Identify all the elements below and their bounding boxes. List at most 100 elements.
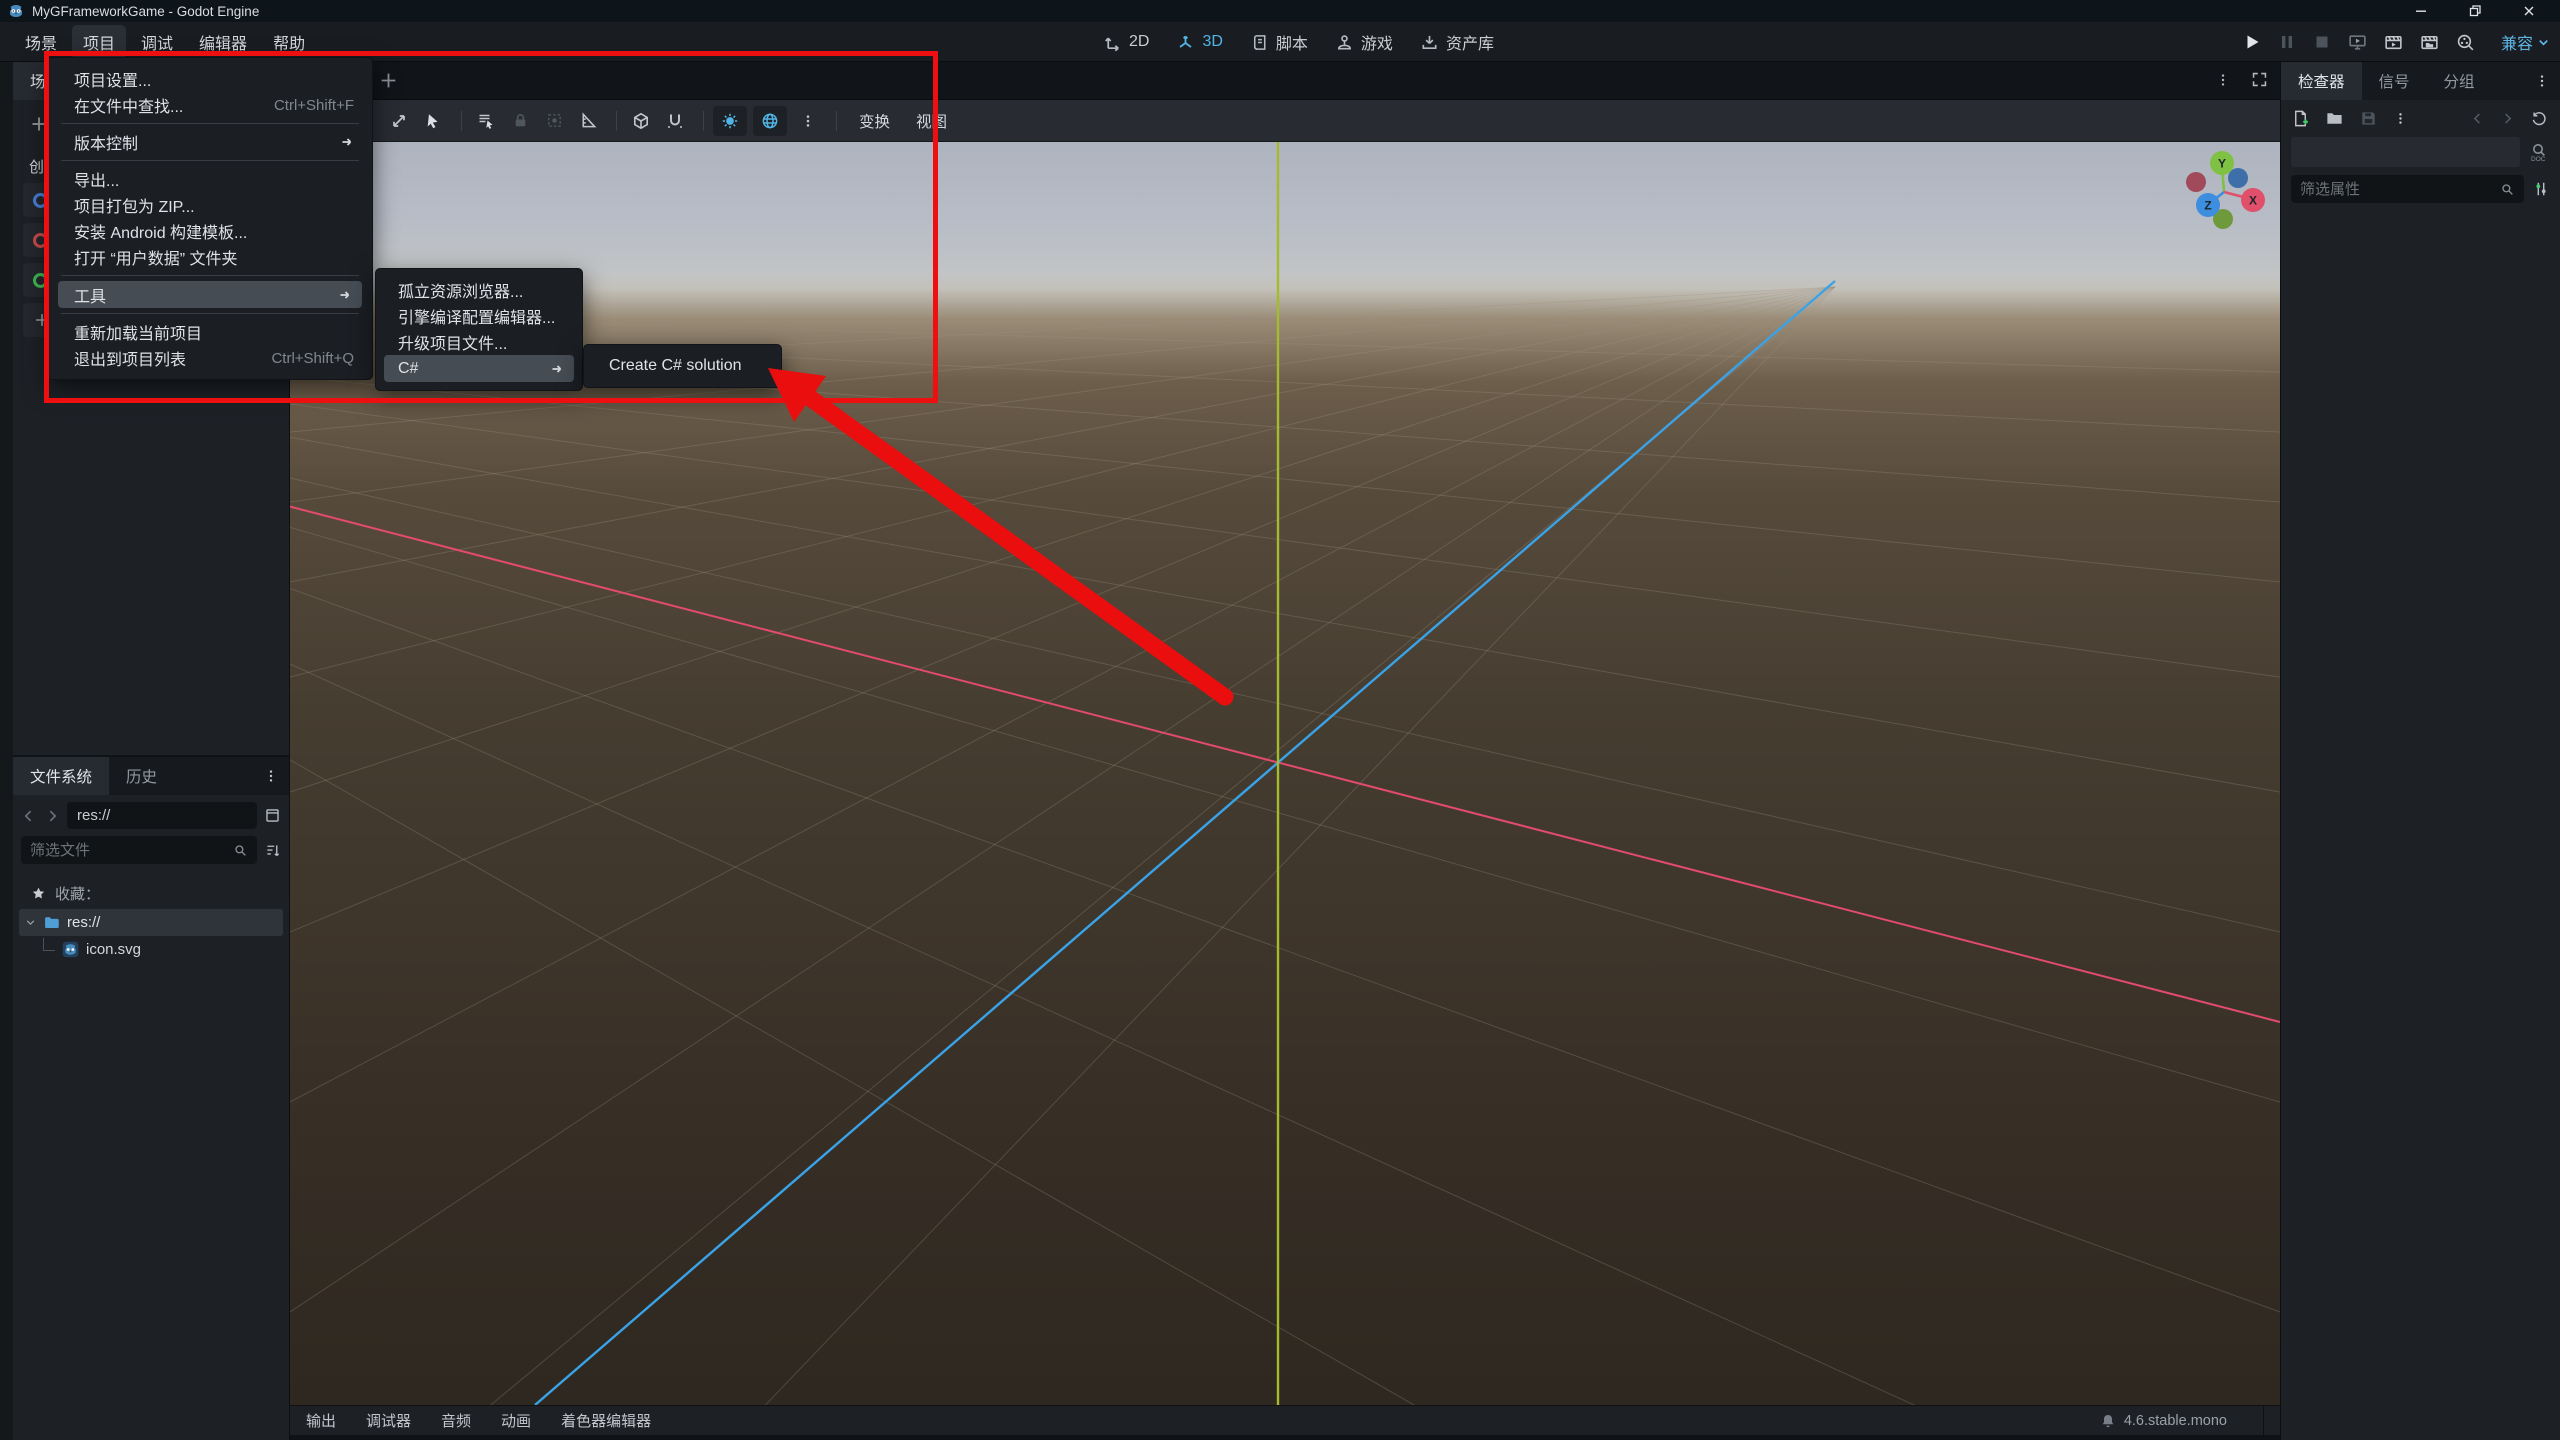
game-icon: [1335, 33, 1354, 52]
tree-item-icon-svg[interactable]: icon.svg: [19, 936, 283, 963]
axis-neg-x-ball[interactable]: [2186, 172, 2206, 192]
tab-game[interactable]: 游戏: [1335, 30, 1393, 54]
menu-scene[interactable]: 场景: [14, 25, 68, 59]
view-menu[interactable]: 视图: [903, 110, 960, 132]
property-name-style-button[interactable]: [2532, 180, 2550, 198]
filter-properties-field[interactable]: [2291, 175, 2524, 203]
restore-button[interactable]: [2452, 0, 2498, 22]
version-info[interactable]: 4.6.stable.mono: [2100, 1413, 2233, 1429]
3d-viewport[interactable]: Y X Z: [290, 142, 2280, 1405]
menu-item-quit-to-project-list[interactable]: 退出到项目列表 Ctrl+Shift+Q: [48, 345, 372, 371]
preview-settings-menu-button[interactable]: [793, 106, 823, 136]
expand-viewport-button[interactable]: [2251, 71, 2268, 88]
menu-item-install-android-template[interactable]: 安装 Android 构建模板...: [48, 218, 372, 244]
pause-button[interactable]: [2277, 32, 2297, 52]
minimize-button[interactable]: [2398, 0, 2444, 22]
menu-help[interactable]: 帮助: [262, 25, 316, 59]
menu-item-project-settings[interactable]: 项目设置...: [48, 66, 372, 92]
new-resource-button[interactable]: [2291, 109, 2310, 128]
menu-item-reload-project[interactable]: 重新加载当前项目: [48, 319, 372, 345]
play-button[interactable]: [2242, 32, 2262, 52]
tab-2d[interactable]: 2D: [1103, 33, 1149, 52]
nav-forward-button[interactable]: [44, 808, 60, 824]
chevron-down-icon[interactable]: [25, 917, 36, 928]
tab-signals[interactable]: 信号: [2362, 62, 2427, 100]
tab-groups[interactable]: 分组: [2427, 62, 2492, 100]
scale-mode-button[interactable]: [384, 106, 414, 136]
tab-history[interactable]: 历史: [109, 757, 174, 795]
path-field[interactable]: [67, 802, 257, 829]
tab-animation[interactable]: 动画: [501, 1410, 531, 1431]
filter-properties-input[interactable]: [2300, 180, 2500, 198]
menu-item-open-user-data-folder[interactable]: 打开 “用户数据” 文件夹: [48, 244, 372, 270]
open-docs-search-icon[interactable]: DOC: [2528, 141, 2550, 163]
filesystem-tree: 收藏： res:// icon.svg: [13, 870, 289, 973]
axis-y-label: Y: [2218, 157, 2226, 171]
history-forward-button[interactable]: [2500, 111, 2515, 126]
axis-neg-z-ball[interactable]: [2228, 168, 2248, 188]
play-custom-scene-button[interactable]: [2419, 32, 2440, 53]
restore-icon: [2468, 4, 2482, 18]
tab-audio[interactable]: 音频: [441, 1410, 471, 1431]
menu-item-create-csharp-solution[interactable]: Create C# solution: [584, 352, 781, 380]
preview-sun-toggle[interactable]: [713, 105, 747, 136]
filter-files-field[interactable]: [21, 836, 257, 864]
menu-item-tools[interactable]: 工具: [58, 281, 362, 308]
nav-back-button[interactable]: [21, 808, 37, 824]
menu-item-upgrade-project-files[interactable]: 升级项目文件...: [376, 329, 582, 355]
object-history-button[interactable]: [2530, 110, 2548, 128]
play-remote-scene-button[interactable]: [2347, 32, 2368, 53]
stop-button[interactable]: [2312, 32, 2332, 52]
snap-magnet-button[interactable]: [660, 106, 690, 136]
preview-environment-toggle[interactable]: [753, 105, 787, 136]
tab-debugger[interactable]: 调试器: [366, 1410, 411, 1431]
scene-tabs-menu-button[interactable]: [2215, 72, 2231, 88]
2d-scene-icon: [33, 192, 48, 208]
tab-script[interactable]: 脚本: [1250, 30, 1308, 54]
tab-assetlib[interactable]: 资产库: [1420, 30, 1494, 54]
list-select-button[interactable]: [471, 106, 501, 136]
filesystem-menu-button[interactable]: [253, 757, 289, 795]
resource-options-button[interactable]: [2393, 111, 2408, 126]
menu-debug[interactable]: 调试: [130, 25, 184, 59]
tab-inspector[interactable]: 检查器: [2281, 62, 2362, 100]
menu-item-version-control[interactable]: 版本控制: [48, 129, 372, 155]
axis-gizmo[interactable]: Y X Z: [2172, 142, 2272, 242]
tab-output[interactable]: 输出: [306, 1410, 336, 1431]
movie-maker-button[interactable]: [2455, 32, 2476, 53]
local-space-cube-button[interactable]: [626, 106, 656, 136]
sort-files-button[interactable]: [264, 842, 281, 859]
group-selected-button[interactable]: [539, 106, 569, 136]
menu-item-orphan-resource-explorer[interactable]: 孤立资源浏览器...: [376, 277, 582, 303]
ruler-mode-button[interactable]: [573, 106, 603, 136]
save-resource-button[interactable]: [2359, 109, 2378, 128]
inspector-menu-button[interactable]: [2524, 62, 2560, 100]
tab-3d[interactable]: 3D: [1176, 33, 1223, 52]
node-name-field[interactable]: [2291, 137, 2520, 167]
filter-files-input[interactable]: [30, 841, 233, 859]
tab-filesystem[interactable]: 文件系统: [13, 757, 110, 795]
close-icon: [2522, 4, 2536, 18]
inspector-dock: 检查器 信号 分组 DOC: [2280, 62, 2560, 1440]
split-mode-icon[interactable]: [264, 807, 281, 824]
menu-item-export[interactable]: 导出...: [48, 166, 372, 192]
play-current-scene-button[interactable]: [2383, 32, 2404, 53]
folder-icon: [43, 914, 60, 931]
menu-project[interactable]: 项目: [72, 25, 127, 59]
history-back-button[interactable]: [2470, 111, 2485, 126]
new-scene-tab-button[interactable]: [378, 70, 399, 91]
menu-item-pack-zip[interactable]: 项目打包为 ZIP...: [48, 192, 372, 218]
tab-shader-editor[interactable]: 着色器编辑器: [561, 1410, 651, 1431]
menu-item-engine-compilation-config[interactable]: 引擎编译配置编辑器...: [376, 303, 582, 329]
renderer-dropdown[interactable]: 兼容: [2501, 30, 2550, 54]
menu-editor[interactable]: 编辑器: [188, 25, 258, 59]
lock-selected-button[interactable]: [505, 106, 535, 136]
tree-item-res-root[interactable]: res://: [19, 909, 283, 936]
select-cursor-icon[interactable]: [418, 106, 448, 136]
transform-menu[interactable]: 变换: [846, 110, 903, 132]
menu-item-find-in-files[interactable]: 在文件中查找... Ctrl+Shift+F: [48, 92, 372, 118]
menu-item-csharp[interactable]: C#: [384, 355, 574, 382]
path-input[interactable]: [67, 807, 257, 824]
close-button[interactable]: [2506, 0, 2552, 22]
load-resource-button[interactable]: [2325, 109, 2344, 128]
